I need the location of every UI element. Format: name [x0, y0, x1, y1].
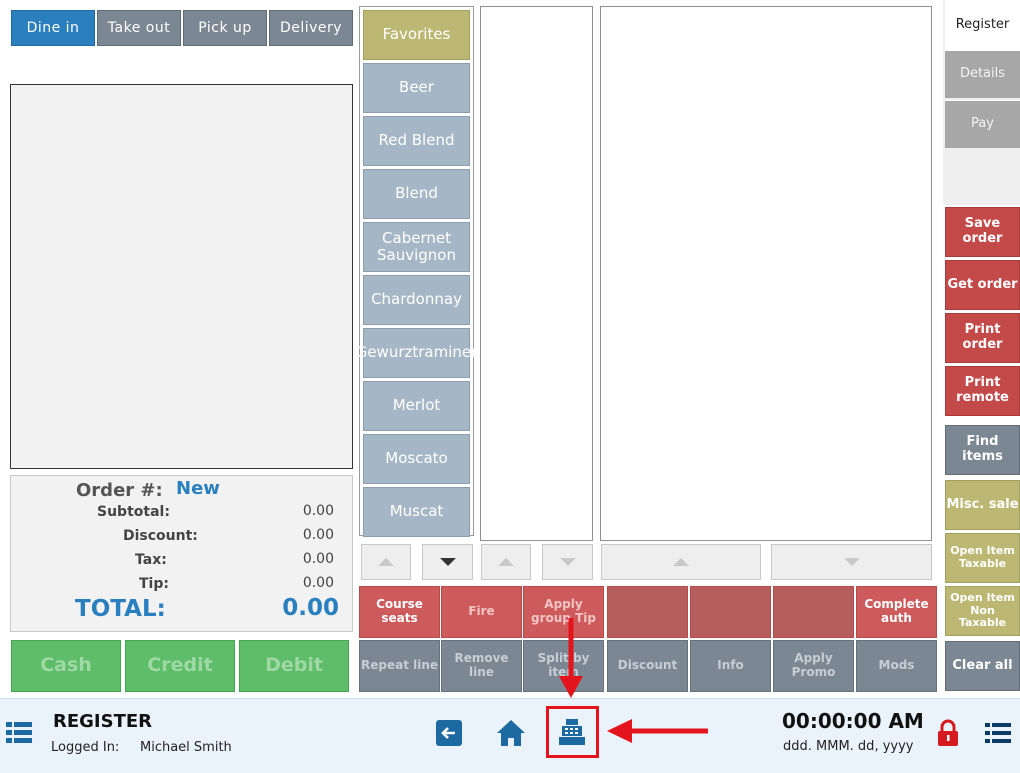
chevron-up-icon [378, 558, 394, 566]
tab-pay[interactable]: Pay [945, 100, 1020, 148]
total-value: 0.00 [282, 595, 339, 621]
category-moscato[interactable]: Moscato [363, 434, 470, 484]
category-cabernet-sauvignon[interactable]: Cabernet Sauvignon [363, 222, 470, 272]
order-number-value: New [176, 478, 220, 499]
repeat-line-button[interactable]: Repeat line [359, 640, 440, 692]
tab-take-out[interactable]: Take out [97, 10, 181, 46]
home-icon[interactable] [496, 719, 526, 747]
items-panel[interactable] [600, 6, 932, 541]
discount-value: 0.00 [302, 527, 334, 543]
clear-all-button[interactable]: Clear all [945, 641, 1020, 691]
get-order-button[interactable]: Get order [945, 260, 1020, 310]
remove-line-button[interactable]: Remove line [441, 640, 522, 692]
credit-button[interactable]: Credit [125, 640, 235, 692]
clock-date: ddd. MMM. dd, yyyy [783, 739, 914, 754]
subcategory-scroll-down[interactable] [542, 544, 593, 580]
order-list[interactable] [10, 84, 353, 469]
category-scroll-up[interactable] [361, 544, 411, 580]
apply-group-tip-button[interactable]: Apply group Tip [523, 586, 604, 638]
category-red-blend[interactable]: Red Blend [363, 116, 470, 166]
action-empty-2[interactable] [690, 586, 771, 638]
tab-details[interactable]: Details [945, 50, 1020, 98]
category-merlot[interactable]: Merlot [363, 381, 470, 431]
debit-button[interactable]: Debit [239, 640, 349, 692]
user-name: Michael Smith [140, 740, 232, 755]
clock-time: 00:00:00 AM [782, 709, 924, 733]
open-item-non-taxable-button[interactable]: Open Item Non Taxable [945, 586, 1020, 636]
print-remote-button[interactable]: Print remote [945, 366, 1020, 416]
misc-sale-button[interactable]: Misc. sale [945, 480, 1020, 530]
subcategory-panel[interactable] [480, 6, 593, 541]
category-beer[interactable]: Beer [363, 63, 470, 113]
complete-auth-button[interactable]: Complete auth [856, 586, 937, 638]
items-scroll-up[interactable] [601, 544, 761, 580]
category-gewurztraminer[interactable]: Gewurztraminer [356, 328, 477, 378]
chevron-down-icon [439, 558, 456, 566]
tab-pick-up[interactable]: Pick up [183, 10, 267, 46]
mods-button[interactable]: Mods [856, 640, 937, 692]
cash-button[interactable]: Cash [11, 640, 121, 692]
print-order-button[interactable]: Print order [945, 313, 1020, 363]
tab-register[interactable]: Register [945, 0, 1020, 50]
tip-value: 0.00 [302, 575, 334, 591]
page-title: REGISTER [53, 711, 153, 732]
chevron-up-icon [498, 558, 514, 566]
menu-grid-icon[interactable] [6, 722, 32, 744]
chevron-down-icon [559, 558, 576, 566]
list-icon[interactable] [985, 723, 1011, 743]
info-button[interactable]: Info [690, 640, 771, 692]
tax-value: 0.00 [302, 551, 334, 567]
subcategory-scroll-up[interactable] [481, 544, 531, 580]
category-scroll-down[interactable] [422, 544, 473, 580]
fire-button[interactable]: Fire [441, 586, 522, 638]
items-scroll-down[interactable] [771, 544, 932, 580]
chevron-down-icon [843, 558, 860, 566]
discount-label: Discount: [123, 528, 198, 544]
action-empty-1[interactable] [607, 586, 688, 638]
chevron-up-icon [673, 558, 689, 566]
subtotal-label: Subtotal: [97, 504, 170, 520]
category-favorites[interactable]: Favorites [363, 10, 470, 60]
find-items-button[interactable]: Find items [945, 425, 1020, 475]
apply-promo-button[interactable]: Apply Promo [773, 640, 854, 692]
save-order-button[interactable]: Save order [945, 207, 1020, 257]
tax-label: Tax: [135, 552, 167, 568]
course-seats-button[interactable]: Course seats [359, 586, 440, 638]
cash-register-icon[interactable] [558, 718, 586, 746]
back-arrow-icon[interactable] [436, 720, 462, 746]
tip-label: Tip: [139, 576, 169, 592]
total-label: TOTAL: [75, 596, 166, 622]
split-by-item-button[interactable]: Split by item [523, 640, 604, 692]
discount-button[interactable]: Discount [607, 640, 688, 692]
category-blend[interactable]: Blend [363, 169, 470, 219]
tab-delivery[interactable]: Delivery [269, 10, 353, 46]
lock-icon[interactable] [937, 719, 959, 747]
order-summary: Order #: New Subtotal: 0.00 Discount: 0.… [10, 475, 353, 632]
open-item-taxable-button[interactable]: Open Item Taxable [945, 533, 1020, 583]
footer-bar: REGISTER Logged In: Michael Smith 00:00:… [0, 698, 1020, 773]
logged-in-label: Logged In: [51, 740, 120, 755]
action-empty-3[interactable] [773, 586, 854, 638]
order-number-label: Order #: [76, 480, 163, 501]
category-chardonnay[interactable]: Chardonnay [363, 275, 470, 325]
category-muscat[interactable]: Muscat [363, 487, 470, 537]
tab-dine-in[interactable]: Dine in [11, 10, 95, 46]
subtotal-value: 0.00 [302, 503, 334, 519]
